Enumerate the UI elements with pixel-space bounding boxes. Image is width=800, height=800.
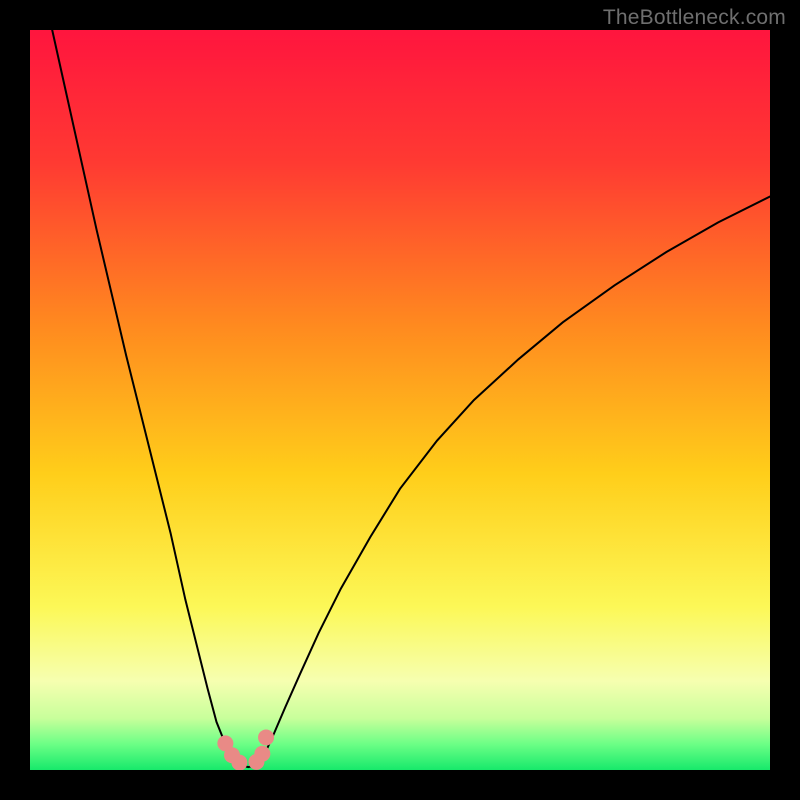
bottleneck-chart <box>30 30 770 770</box>
gradient-background <box>30 30 770 770</box>
chart-frame <box>30 30 770 770</box>
data-marker <box>254 746 270 762</box>
data-marker <box>231 755 247 770</box>
watermark-text: TheBottleneck.com <box>603 6 786 30</box>
data-marker <box>258 729 274 745</box>
